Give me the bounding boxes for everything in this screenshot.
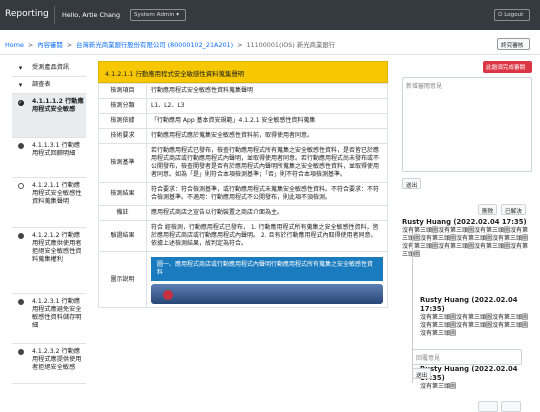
figure-cell: 圖一、應用程式商店或行動應用程式內聲明行動應用程式所有蒐集之安全敏感性資料: [146, 251, 388, 308]
breadcrumb-home[interactable]: Home: [5, 41, 24, 49]
sidebar-item-survey[interactable]: ▾ 調查表: [12, 77, 86, 94]
sidebar-item-label: 4.1.2.3.1 行動應用程式應避免安全敏感性資料儲存明細: [32, 298, 82, 329]
row-value: 行動應用程式應於蒐集安全敏感性資料前，取得使用者同意。: [146, 128, 388, 144]
resolved-button[interactable]: 已解決: [501, 204, 526, 215]
sidebar-item-label: 4.1.1.3.1 行動應用程式回饋明細: [32, 142, 81, 157]
reply-input[interactable]: 回覆意見: [412, 349, 522, 365]
more-button[interactable]: [478, 401, 498, 412]
reply-item: Rusty Huang (2022.02.04 17:35) 沒有第三頭圖沒有第…: [420, 296, 532, 338]
row-label: 備註: [98, 205, 147, 221]
user-greeting: Hello, Artie Chang: [62, 11, 121, 19]
delete-button[interactable]: 刪除: [478, 204, 498, 215]
row-label: 檢測依據: [98, 113, 147, 129]
expand-arrow-icon: ▾: [18, 64, 23, 72]
figure-caption: 圖一、應用程式商店或行動應用程式內聲明行動應用程式所有蒐集之安全敏感性資料: [151, 257, 383, 281]
more-button[interactable]: [501, 401, 521, 412]
row-label: 檢測項目: [98, 83, 147, 99]
row-value: L1、L2、L3: [146, 98, 388, 114]
sidebar-item-4-1-2-3-1[interactable]: 4.1.2.3.1 行動應用程式應避免安全敏感性資料儲存明細: [12, 294, 86, 344]
page-title: 4.1.2.1.1 行動應用程式安全敏感性資料蒐集聲明: [98, 61, 388, 83]
dot-icon: [17, 233, 24, 240]
system-admin-dropdown[interactable]: System Admin ▾: [130, 9, 186, 21]
sidebar-item-4-1-1-3-1[interactable]: 4.1.1.3.1 行動應用程式回饋明細: [12, 138, 86, 178]
main-content: 4.1.2.1.1 行動應用程式安全敏感性資料蒐集聲明 檢測項目 行動應用程式安全…: [98, 61, 388, 308]
reply-item: Rusty Huang (2022.02.04 17:35) 沒有第三頭圖: [420, 365, 532, 391]
row-value: 若行動應用程式已發布，檢查行動應用程式所有蒐集之安全敏感性資料，是否皆已於應用程…: [146, 143, 388, 183]
sidebar-item-4-1-1-1-2[interactable]: ✓ 4.1.1.1.2 行動應用程式安全敏感: [12, 94, 86, 138]
row-label: 檢測基準: [98, 143, 147, 183]
detail-table: 檢測項目 行動應用程式安全敏感性資料蒐集聲明 檢測分類 L1、L2、L3 檢測依據「…: [98, 83, 388, 308]
table-row: 檢測分類 L1、L2、L3: [98, 98, 388, 114]
screenshot-image: [151, 284, 383, 304]
brand-title[interactable]: Reporting: [5, 9, 49, 19]
ring-icon: [17, 183, 24, 190]
sidebar-item-label: 4.1.1.1.2 行動應用程式安全敏感: [32, 98, 84, 113]
logout-button[interactable]: ⏻ Logout: [494, 9, 530, 21]
app-logo-icon: [163, 290, 173, 300]
row-value: 符合 經檢測，行動應用程式已發布， 1. 行動應用程式所有蒐集之安全敏感性資料，…: [146, 220, 388, 252]
row-label: 技術要求: [98, 128, 147, 144]
dot-icon: [17, 299, 24, 306]
sidebar-item-4-1-2-1-1[interactable]: 4.1.2.1.1 行動應用程式安全敏感性資料蒐集聲明: [12, 178, 86, 228]
comment-body: 沒有第三頭圖沒有第三頭圖沒有第三頭圖沒有第三頭圖沒有第三頭圖沒有第三頭圖沒有第三…: [420, 314, 529, 337]
comment-body: 沒有第三頭圖沒有第三頭圖沒有第三頭圖沒有第三頭圖沒有第三頭圖沒有第三頭圖沒有第三…: [402, 227, 529, 258]
comment-item: Rusty Huang (2022.02.04 17:35) 沒有第三頭圖沒有第…: [402, 218, 532, 259]
table-row: 圖示說明 圖一、應用程式商店或行動應用程式內聲明行動應用程式所有蒐集之安全敏感性…: [98, 251, 388, 308]
breadcrumb-content-review[interactable]: 內容審閱: [37, 41, 63, 49]
breadcrumb-current: 11100001(iOS) 新光商業銀行: [246, 41, 336, 49]
dot-icon: [17, 349, 24, 356]
breadcrumb-company[interactable]: 台灣新光商業銀行股份有限公司 (80000102_21A201): [76, 41, 233, 49]
sidebar-item-4-1-2-1-2[interactable]: 4.1.2.1.2 行動應用程式應供使用者拒絕安全敏感性資料蒐集權利: [12, 228, 86, 294]
table-row: 檢測結果 符合要求：符合檢測基準，或行動應用程式未蒐集安全敏感性資料。不符合要求：…: [98, 182, 388, 206]
sidebar-item-4-1-2-3-2[interactable]: 4.1.2.3.2 行動應用程式應提供使用者拒絕安全敏感: [12, 344, 86, 384]
sidebar-item-label: 受測產品資訊: [32, 64, 70, 71]
row-value: 符合要求：符合檢測基準，或行動應用程式未蒐集安全敏感性資料。不符合要求：不符合檢…: [146, 182, 388, 206]
sidebar-item-label: 4.1.2.1.1 行動應用程式安全敏感性資料蒐集聲明: [32, 182, 82, 205]
comment-author: Rusty Huang (2022.02.04 17:35): [420, 296, 518, 313]
table-row: 驗證結果 符合 經檢測，行動應用程式已發布， 1. 行動應用程式所有蒐集之安全敏感…: [98, 220, 388, 252]
comment-author: Rusty Huang (2022.02.04 17:35): [420, 365, 518, 382]
sidebar-item-label: 調查表: [32, 81, 51, 88]
sidebar: ▾ 受測產品資訊 ▾ 調查表 ✓ 4.1.1.1.2 行動應用程式安全敏感 4.1.1…: [12, 60, 86, 384]
dot-icon: [17, 143, 24, 150]
table-row: 技術要求 行動應用程式應於蒐集安全敏感性資料前，取得使用者同意。: [98, 128, 388, 144]
breadcrumb: Home > 內容審閱 > 台灣新光商業銀行股份有限公司 (80000102_21A20…: [5, 41, 336, 49]
check-icon: ✓: [17, 100, 24, 106]
divider: [0, 54, 540, 55]
table-row: 檢測項目 行動應用程式安全敏感性資料蒐集聲明: [98, 83, 388, 99]
must-review-button[interactable]: 此題須完成審閱: [483, 61, 532, 73]
send-comment-button[interactable]: 送出: [402, 178, 422, 189]
comment-body: 沒有第三頭圖: [420, 383, 457, 390]
comment-input[interactable]: 新增審閱意見: [402, 77, 532, 172]
send-reply-button[interactable]: 送出: [412, 368, 432, 379]
row-label: 圖示說明: [98, 251, 147, 308]
row-label: 檢測結果: [98, 182, 147, 206]
row-label: 檢測分類: [98, 98, 147, 114]
sidebar-item-product-info[interactable]: ▾ 受測產品資訊: [12, 60, 86, 77]
table-row: 檢測基準 若行動應用程式已發布，檢查行動應用程式所有蒐集之安全敏感性資料，是否皆已…: [98, 143, 388, 183]
row-value: 應用程式商店之宣告以行動裝置之商店介面為主。: [146, 205, 388, 221]
row-value: 行動應用程式安全敏感性資料蒐集聲明: [146, 83, 388, 99]
table-row: 備註 應用程式商店之宣告以行動裝置之商店介面為主。: [98, 205, 388, 221]
expand-arrow-icon: ▾: [18, 81, 23, 89]
final-review-button[interactable]: 終究審核: [497, 38, 530, 50]
top-navbar: Reporting Hello, Artie Chang System Admi…: [0, 0, 540, 30]
thread-line: [412, 233, 413, 383]
sidebar-item-label: 4.1.2.3.2 行動應用程式應提供使用者拒絕安全敏感: [32, 348, 82, 371]
row-label: 驗證結果: [98, 220, 147, 252]
sidebar-item-label: 4.1.2.1.2 行動應用程式應供使用者拒絕安全敏感性資料蒐集權利: [32, 232, 82, 263]
nav-divider: [54, 6, 55, 24]
table-row: 檢測依據 「行動應用 App 基本資安規範」4.1.2.1 安全敏感性資料蒐集: [98, 113, 388, 129]
row-value: 「行動應用 App 基本資安規範」4.1.2.1 安全敏感性資料蒐集: [146, 113, 388, 129]
comment-author: Rusty Huang (2022.02.04 17:35): [402, 218, 527, 226]
